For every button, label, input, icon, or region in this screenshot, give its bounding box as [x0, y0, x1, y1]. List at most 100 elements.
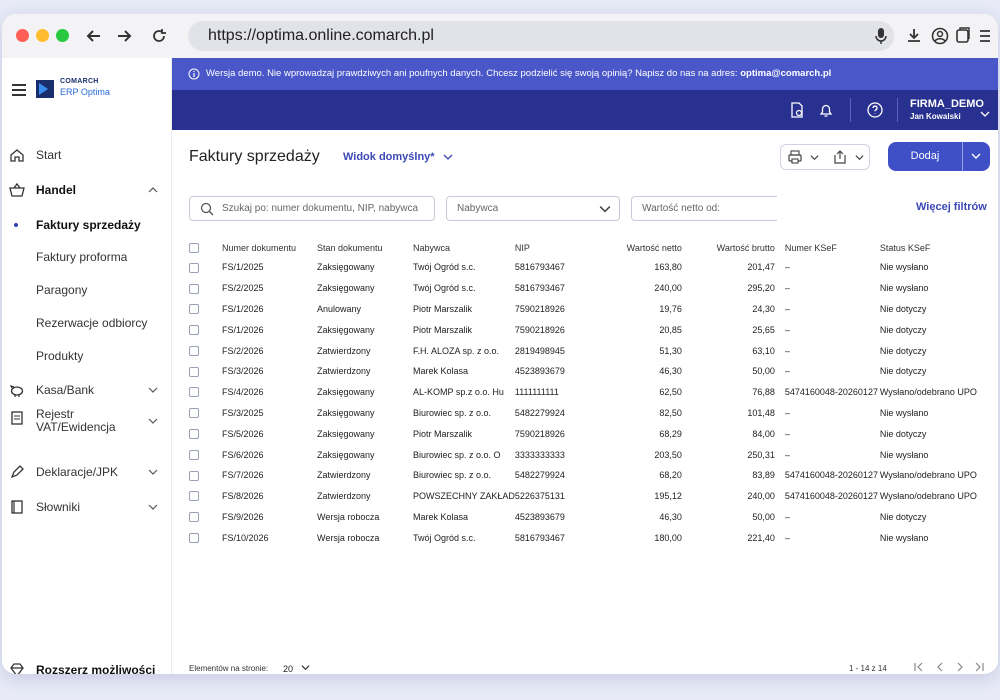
document-number-link[interactable]: FS/8/2026: [222, 486, 317, 507]
document-number-link[interactable]: FS/6/2026: [222, 444, 317, 465]
help-icon[interactable]: [866, 101, 884, 119]
table-row[interactable]: FS/5/2026 Zaksięgowany Piotr Marszalik 7590…: [189, 423, 977, 444]
address-bar[interactable]: https://optima.online.comarch.pl: [188, 21, 894, 51]
document-number-link[interactable]: FS/2/2026: [222, 340, 317, 361]
account-icon[interactable]: [930, 26, 950, 51]
chevron-down-icon[interactable]: [148, 385, 158, 395]
buyer-select[interactable]: Nabywca: [446, 196, 620, 221]
per-page-select[interactable]: 20: [283, 663, 310, 674]
chevron-down-icon[interactable]: [148, 467, 158, 477]
document-number-link[interactable]: FS/1/2026: [222, 319, 317, 340]
microphone-icon[interactable]: [874, 26, 888, 51]
net-value-filter[interactable]: Wartość netto od:: [631, 196, 777, 221]
sidebar-item-faktury-proforma[interactable]: Faktury proforma: [2, 242, 172, 272]
column-header[interactable]: Status KSeF: [880, 238, 977, 257]
first-page-icon[interactable]: [913, 661, 925, 673]
document-number-link[interactable]: FS/1/2026: [222, 299, 317, 320]
document-number-link[interactable]: FS/9/2026: [222, 507, 317, 528]
chevron-up-icon[interactable]: [148, 185, 158, 195]
row-checkbox[interactable]: [189, 340, 222, 361]
document-number-link[interactable]: FS/4/2026: [222, 382, 317, 403]
table-row[interactable]: FS/1/2026 Zaksięgowany Piotr Marszalik 7590…: [189, 319, 977, 340]
column-header[interactable]: Stan dokumentu: [317, 238, 413, 257]
table-row[interactable]: FS/8/2026 Zatwierdzony POWSZECHNY ZAKŁAD 52…: [189, 486, 977, 507]
document-number-link[interactable]: FS/10/2026: [222, 527, 317, 548]
row-checkbox[interactable]: [189, 423, 222, 444]
bell-icon[interactable]: [817, 101, 835, 119]
print-menu[interactable]: [780, 144, 870, 170]
table-row[interactable]: FS/3/2026 Zatwierdzony Marek Kolasa 4523893…: [189, 361, 977, 382]
back-arrow-icon[interactable]: [84, 26, 104, 46]
maximize-window-button[interactable]: [56, 29, 69, 42]
add-button[interactable]: Dodaj: [888, 142, 990, 171]
sidebar-item-faktury-sprzedazy[interactable]: Faktury sprzedaży: [2, 210, 172, 240]
sidebar-item-rezerwacje-odbiorcy[interactable]: Rezerwacje odbiorcy: [2, 308, 172, 338]
row-checkbox[interactable]: [189, 465, 222, 486]
chevron-down-icon[interactable]: [971, 151, 981, 161]
table-row[interactable]: FS/10/2026 Wersja robocza Twój Ogród s.c. 5…: [189, 527, 977, 548]
forward-arrow-icon[interactable]: [114, 26, 134, 46]
chevron-down-icon[interactable]: [148, 416, 158, 426]
sidebar-item-produkty[interactable]: Produkty: [2, 341, 172, 371]
banner-email[interactable]: optima@comarch.pl: [740, 68, 831, 79]
column-header[interactable]: Wartość netto: [600, 238, 692, 257]
sidebar-item-paragony[interactable]: Paragony: [2, 275, 172, 305]
document-number-link[interactable]: FS/2/2025: [222, 278, 317, 299]
table-row[interactable]: FS/1/2026 Anulowany Piotr Marszalik 7590218…: [189, 299, 977, 320]
user-name[interactable]: Jan Kowalski: [910, 112, 961, 121]
download-icon[interactable]: [905, 26, 923, 51]
document-number-link[interactable]: FS/7/2026: [222, 465, 317, 486]
table-row[interactable]: FS/3/2025 Zaksięgowany Biurowiec sp. z o.o…: [189, 403, 977, 424]
document-number-link[interactable]: FS/3/2026: [222, 361, 317, 382]
reload-icon[interactable]: [149, 26, 169, 46]
row-checkbox[interactable]: [189, 444, 222, 465]
document-number-link[interactable]: FS/3/2025: [222, 403, 317, 424]
table-row[interactable]: FS/9/2026 Wersja robocza Marek Kolasa 45238…: [189, 507, 977, 528]
row-checkbox[interactable]: [189, 361, 222, 382]
column-header[interactable]: NIP: [515, 238, 600, 257]
sidebar-item-start[interactable]: Start: [2, 140, 172, 170]
table-row[interactable]: FS/4/2026 Zaksięgowany AL-KOMP sp.z o.o. H…: [189, 382, 977, 403]
column-header[interactable]: Nabywca: [413, 238, 515, 257]
chevron-down-icon[interactable]: [980, 105, 990, 123]
select-all-checkbox[interactable]: [189, 238, 222, 257]
view-selector[interactable]: Widok domyślny*: [343, 151, 453, 163]
table-row[interactable]: FS/2/2026 Zatwierdzony F.H. ALOZA sp. z o.…: [189, 340, 977, 361]
sidebar-item-rejestr-vat[interactable]: Rejestr VAT/Ewidencja: [2, 403, 172, 439]
table-row[interactable]: FS/6/2026 Zaksięgowany Biurowiec sp. z o.o…: [189, 444, 977, 465]
sidebar-item-handel[interactable]: Handel: [2, 175, 172, 205]
company-name[interactable]: FIRMA_DEMO: [910, 98, 984, 110]
document-settings-icon[interactable]: [788, 101, 806, 119]
next-page-icon[interactable]: [954, 661, 966, 673]
hamburger-icon[interactable]: [12, 84, 26, 99]
document-number-link[interactable]: FS/1/2025: [222, 257, 317, 278]
tabs-icon[interactable]: [955, 26, 971, 51]
row-checkbox[interactable]: [189, 278, 222, 299]
sidebar-item-kasa-bank[interactable]: Kasa/Bank: [2, 375, 172, 405]
previous-page-icon[interactable]: [934, 661, 946, 673]
row-checkbox[interactable]: [189, 507, 222, 528]
chevron-down-icon[interactable]: [148, 502, 158, 512]
last-page-icon[interactable]: [973, 661, 985, 673]
column-header[interactable]: Numer KSeF: [785, 238, 880, 257]
table-row[interactable]: FS/2/2025 Zaksięgowany Twój Ogród s.c. 5816…: [189, 278, 977, 299]
row-checkbox[interactable]: [189, 382, 222, 403]
row-checkbox[interactable]: [189, 403, 222, 424]
table-row[interactable]: FS/7/2026 Zatwierdzony Biurowiec sp. z o.o…: [189, 465, 977, 486]
row-checkbox[interactable]: [189, 319, 222, 340]
column-header[interactable]: Wartość brutto: [692, 238, 785, 257]
more-filters-link[interactable]: Więcej filtrów: [916, 201, 987, 213]
column-header[interactable]: Numer dokumentu: [222, 238, 317, 257]
document-number-link[interactable]: FS/5/2026: [222, 423, 317, 444]
minimize-window-button[interactable]: [36, 29, 49, 42]
close-window-button[interactable]: [16, 29, 29, 42]
sidebar-item-rozszerz[interactable]: Rozszerz możliwości: [2, 655, 172, 674]
row-checkbox[interactable]: [189, 486, 222, 507]
row-checkbox[interactable]: [189, 527, 222, 548]
menu-icon[interactable]: [978, 26, 992, 51]
table-row[interactable]: FS/1/2025 Zaksięgowany Twój Ogród s.c. 5816…: [189, 257, 977, 278]
row-checkbox[interactable]: [189, 257, 222, 278]
sidebar-item-slowniki[interactable]: Słowniki: [2, 492, 172, 522]
row-checkbox[interactable]: [189, 299, 222, 320]
search-input[interactable]: Szukaj po: numer dokumentu, NIP, nabywca: [189, 196, 435, 221]
